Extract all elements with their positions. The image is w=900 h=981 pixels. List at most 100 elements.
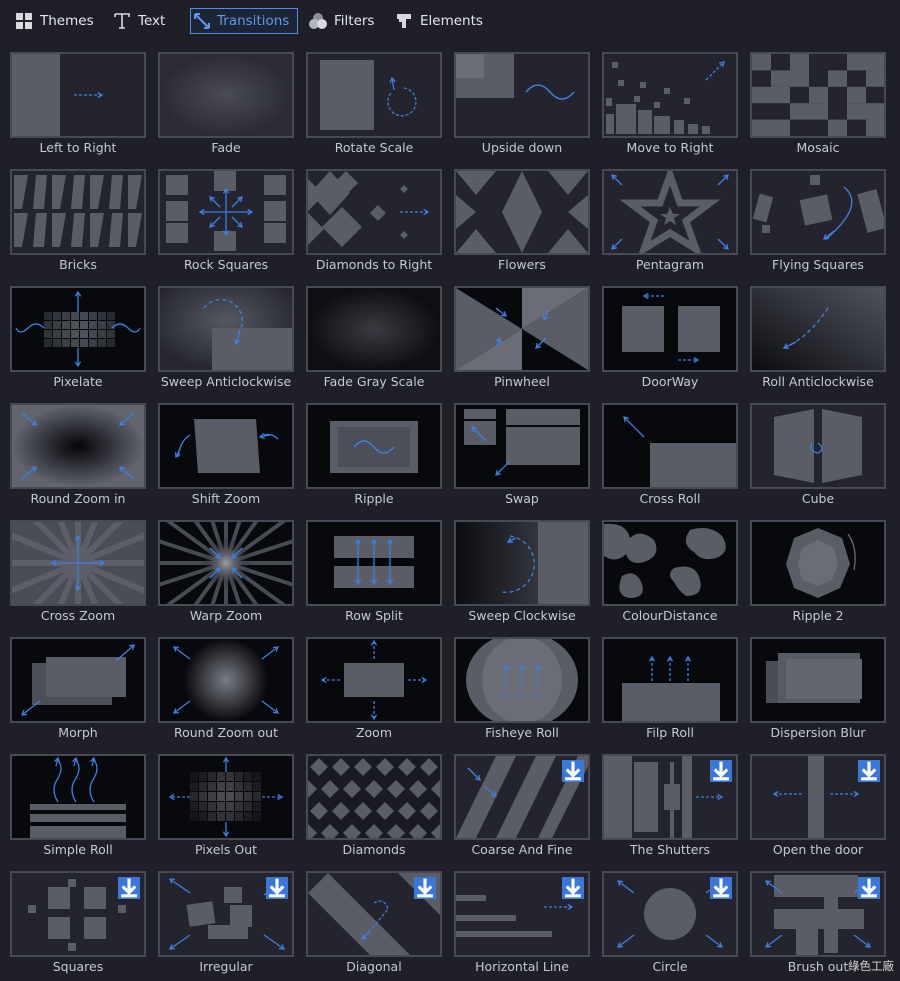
transition-thumbnail[interactable]	[750, 286, 886, 372]
transition-tile-roll-anticlockwise[interactable]: Roll Anticlockwise	[750, 286, 886, 396]
transition-tile-simple-roll[interactable]: Simple Roll	[10, 754, 146, 864]
transition-thumbnail[interactable]	[306, 754, 442, 840]
transition-tile-shift-zoom[interactable]: Shift Zoom	[158, 403, 294, 513]
transition-thumbnail[interactable]	[158, 520, 294, 606]
transition-thumbnail[interactable]	[602, 403, 738, 489]
transition-tile-doorway[interactable]: DoorWay	[602, 286, 738, 396]
transition-thumbnail[interactable]	[158, 52, 294, 138]
transition-thumbnail[interactable]	[158, 286, 294, 372]
transition-thumbnail[interactable]	[10, 520, 146, 606]
transition-thumbnail[interactable]	[10, 286, 146, 372]
download-icon[interactable]	[710, 877, 732, 899]
transition-thumbnail[interactable]	[306, 403, 442, 489]
transition-thumbnail[interactable]	[602, 52, 738, 138]
transition-tile-zoom[interactable]: Zoom	[306, 637, 442, 747]
transition-tile-fisheye-roll[interactable]: Fisheye Roll	[454, 637, 590, 747]
transition-thumbnail[interactable]	[454, 754, 590, 840]
transition-tile-squares[interactable]: Squares	[10, 871, 146, 981]
transition-thumbnail[interactable]	[454, 403, 590, 489]
transition-thumbnail[interactable]	[750, 169, 886, 255]
transition-thumbnail[interactable]	[10, 52, 146, 138]
transition-tile-ripple-2[interactable]: Ripple 2	[750, 520, 886, 630]
transition-tile-coarse-and-fine[interactable]: Coarse And Fine	[454, 754, 590, 864]
transition-thumbnail[interactable]	[602, 286, 738, 372]
transition-tile-flowers[interactable]: Flowers	[454, 169, 590, 279]
transition-tile-diamonds-to-right[interactable]: Diamonds to Right	[306, 169, 442, 279]
download-icon[interactable]	[118, 877, 140, 899]
transition-tile-rock-squares[interactable]: Rock Squares	[158, 169, 294, 279]
transition-thumbnail[interactable]	[602, 871, 738, 957]
tab-text[interactable]: Text	[112, 8, 165, 34]
transition-thumbnail[interactable]	[10, 169, 146, 255]
transition-tile-cross-zoom[interactable]: Cross Zoom	[10, 520, 146, 630]
transition-tile-bricks[interactable]: Bricks	[10, 169, 146, 279]
transition-thumbnail[interactable]	[454, 637, 590, 723]
download-icon[interactable]	[414, 877, 436, 899]
tab-elements[interactable]: Elements	[394, 8, 483, 34]
transition-thumbnail[interactable]	[750, 871, 886, 957]
transition-thumbnail[interactable]	[750, 520, 886, 606]
transition-tile-warp-zoom[interactable]: Warp Zoom	[158, 520, 294, 630]
download-icon[interactable]	[858, 760, 880, 782]
transition-tile-move-to-right[interactable]: Move to Right	[602, 52, 738, 162]
transition-thumbnail[interactable]	[602, 754, 738, 840]
transition-tile-flying-squares[interactable]: Flying Squares	[750, 169, 886, 279]
transition-tile-dispersion-blur[interactable]: Dispersion Blur	[750, 637, 886, 747]
transition-thumbnail[interactable]	[158, 754, 294, 840]
transition-thumbnail[interactable]	[454, 169, 590, 255]
transition-tile-morph[interactable]: Morph	[10, 637, 146, 747]
transition-tile-the-shutters[interactable]: The Shutters	[602, 754, 738, 864]
download-icon[interactable]	[858, 877, 880, 899]
transition-tile-sweep-anticlockwise[interactable]: Sweep Anticlockwise	[158, 286, 294, 396]
download-icon[interactable]	[710, 760, 732, 782]
transition-tile-open-the-door[interactable]: Open the door	[750, 754, 886, 864]
transition-tile-left-to-right[interactable]: Left to Right	[10, 52, 146, 162]
transition-tile-mosaic[interactable]: Mosaic	[750, 52, 886, 162]
transition-thumbnail[interactable]	[602, 169, 738, 255]
transition-tile-upside-down[interactable]: Upside down	[454, 52, 590, 162]
transition-tile-pentagram[interactable]: Pentagram	[602, 169, 738, 279]
transition-thumbnail[interactable]	[454, 52, 590, 138]
transition-tile-circle[interactable]: Circle	[602, 871, 738, 981]
transition-tile-horizontal-line[interactable]: Horizontal Line	[454, 871, 590, 981]
transition-tile-diagonal[interactable]: Diagonal	[306, 871, 442, 981]
transition-thumbnail[interactable]	[750, 754, 886, 840]
transition-thumbnail[interactable]	[10, 637, 146, 723]
transition-thumbnail[interactable]	[750, 403, 886, 489]
transition-thumbnail[interactable]	[454, 871, 590, 957]
download-icon[interactable]	[562, 760, 584, 782]
transition-thumbnail[interactable]	[158, 871, 294, 957]
transition-tile-filp-roll[interactable]: Filp Roll	[602, 637, 738, 747]
transition-thumbnail[interactable]	[306, 637, 442, 723]
transition-thumbnail[interactable]	[750, 52, 886, 138]
transition-thumbnail[interactable]	[306, 871, 442, 957]
transition-thumbnail[interactable]	[454, 286, 590, 372]
transition-tile-swap[interactable]: Swap	[454, 403, 590, 513]
transition-thumbnail[interactable]	[602, 520, 738, 606]
tab-filters[interactable]: Filters	[308, 8, 374, 34]
transition-tile-pinwheel[interactable]: Pinwheel	[454, 286, 590, 396]
transition-tile-sweep-clockwise[interactable]: Sweep Clockwise	[454, 520, 590, 630]
transition-tile-cube[interactable]: Cube	[750, 403, 886, 513]
transition-thumbnail[interactable]	[10, 871, 146, 957]
transition-thumbnail[interactable]	[306, 169, 442, 255]
transition-tile-diamonds[interactable]: Diamonds	[306, 754, 442, 864]
transition-tile-round-zoom-out[interactable]: Round Zoom out	[158, 637, 294, 747]
transition-tile-irregular[interactable]: Irregular	[158, 871, 294, 981]
download-icon[interactable]	[266, 877, 288, 899]
download-icon[interactable]	[562, 877, 584, 899]
tab-themes[interactable]: Themes	[14, 8, 94, 34]
transition-thumbnail[interactable]	[306, 286, 442, 372]
transition-thumbnail[interactable]	[306, 52, 442, 138]
transition-tile-fade[interactable]: Fade	[158, 52, 294, 162]
transition-tile-fade-gray-scale[interactable]: Fade Gray Scale	[306, 286, 442, 396]
transition-thumbnail[interactable]	[158, 169, 294, 255]
tab-transitions[interactable]: Transitions	[190, 8, 298, 34]
transition-tile-round-zoom-in[interactable]: Round Zoom in	[10, 403, 146, 513]
transition-tile-cross-roll[interactable]: Cross Roll	[602, 403, 738, 513]
transition-tile-pixels-out[interactable]: Pixels Out	[158, 754, 294, 864]
transition-thumbnail[interactable]	[10, 403, 146, 489]
transition-thumbnail[interactable]	[306, 520, 442, 606]
transition-tile-colour-distance[interactable]: ColourDistance	[602, 520, 738, 630]
transition-tile-pixelate[interactable]: Pixelate	[10, 286, 146, 396]
